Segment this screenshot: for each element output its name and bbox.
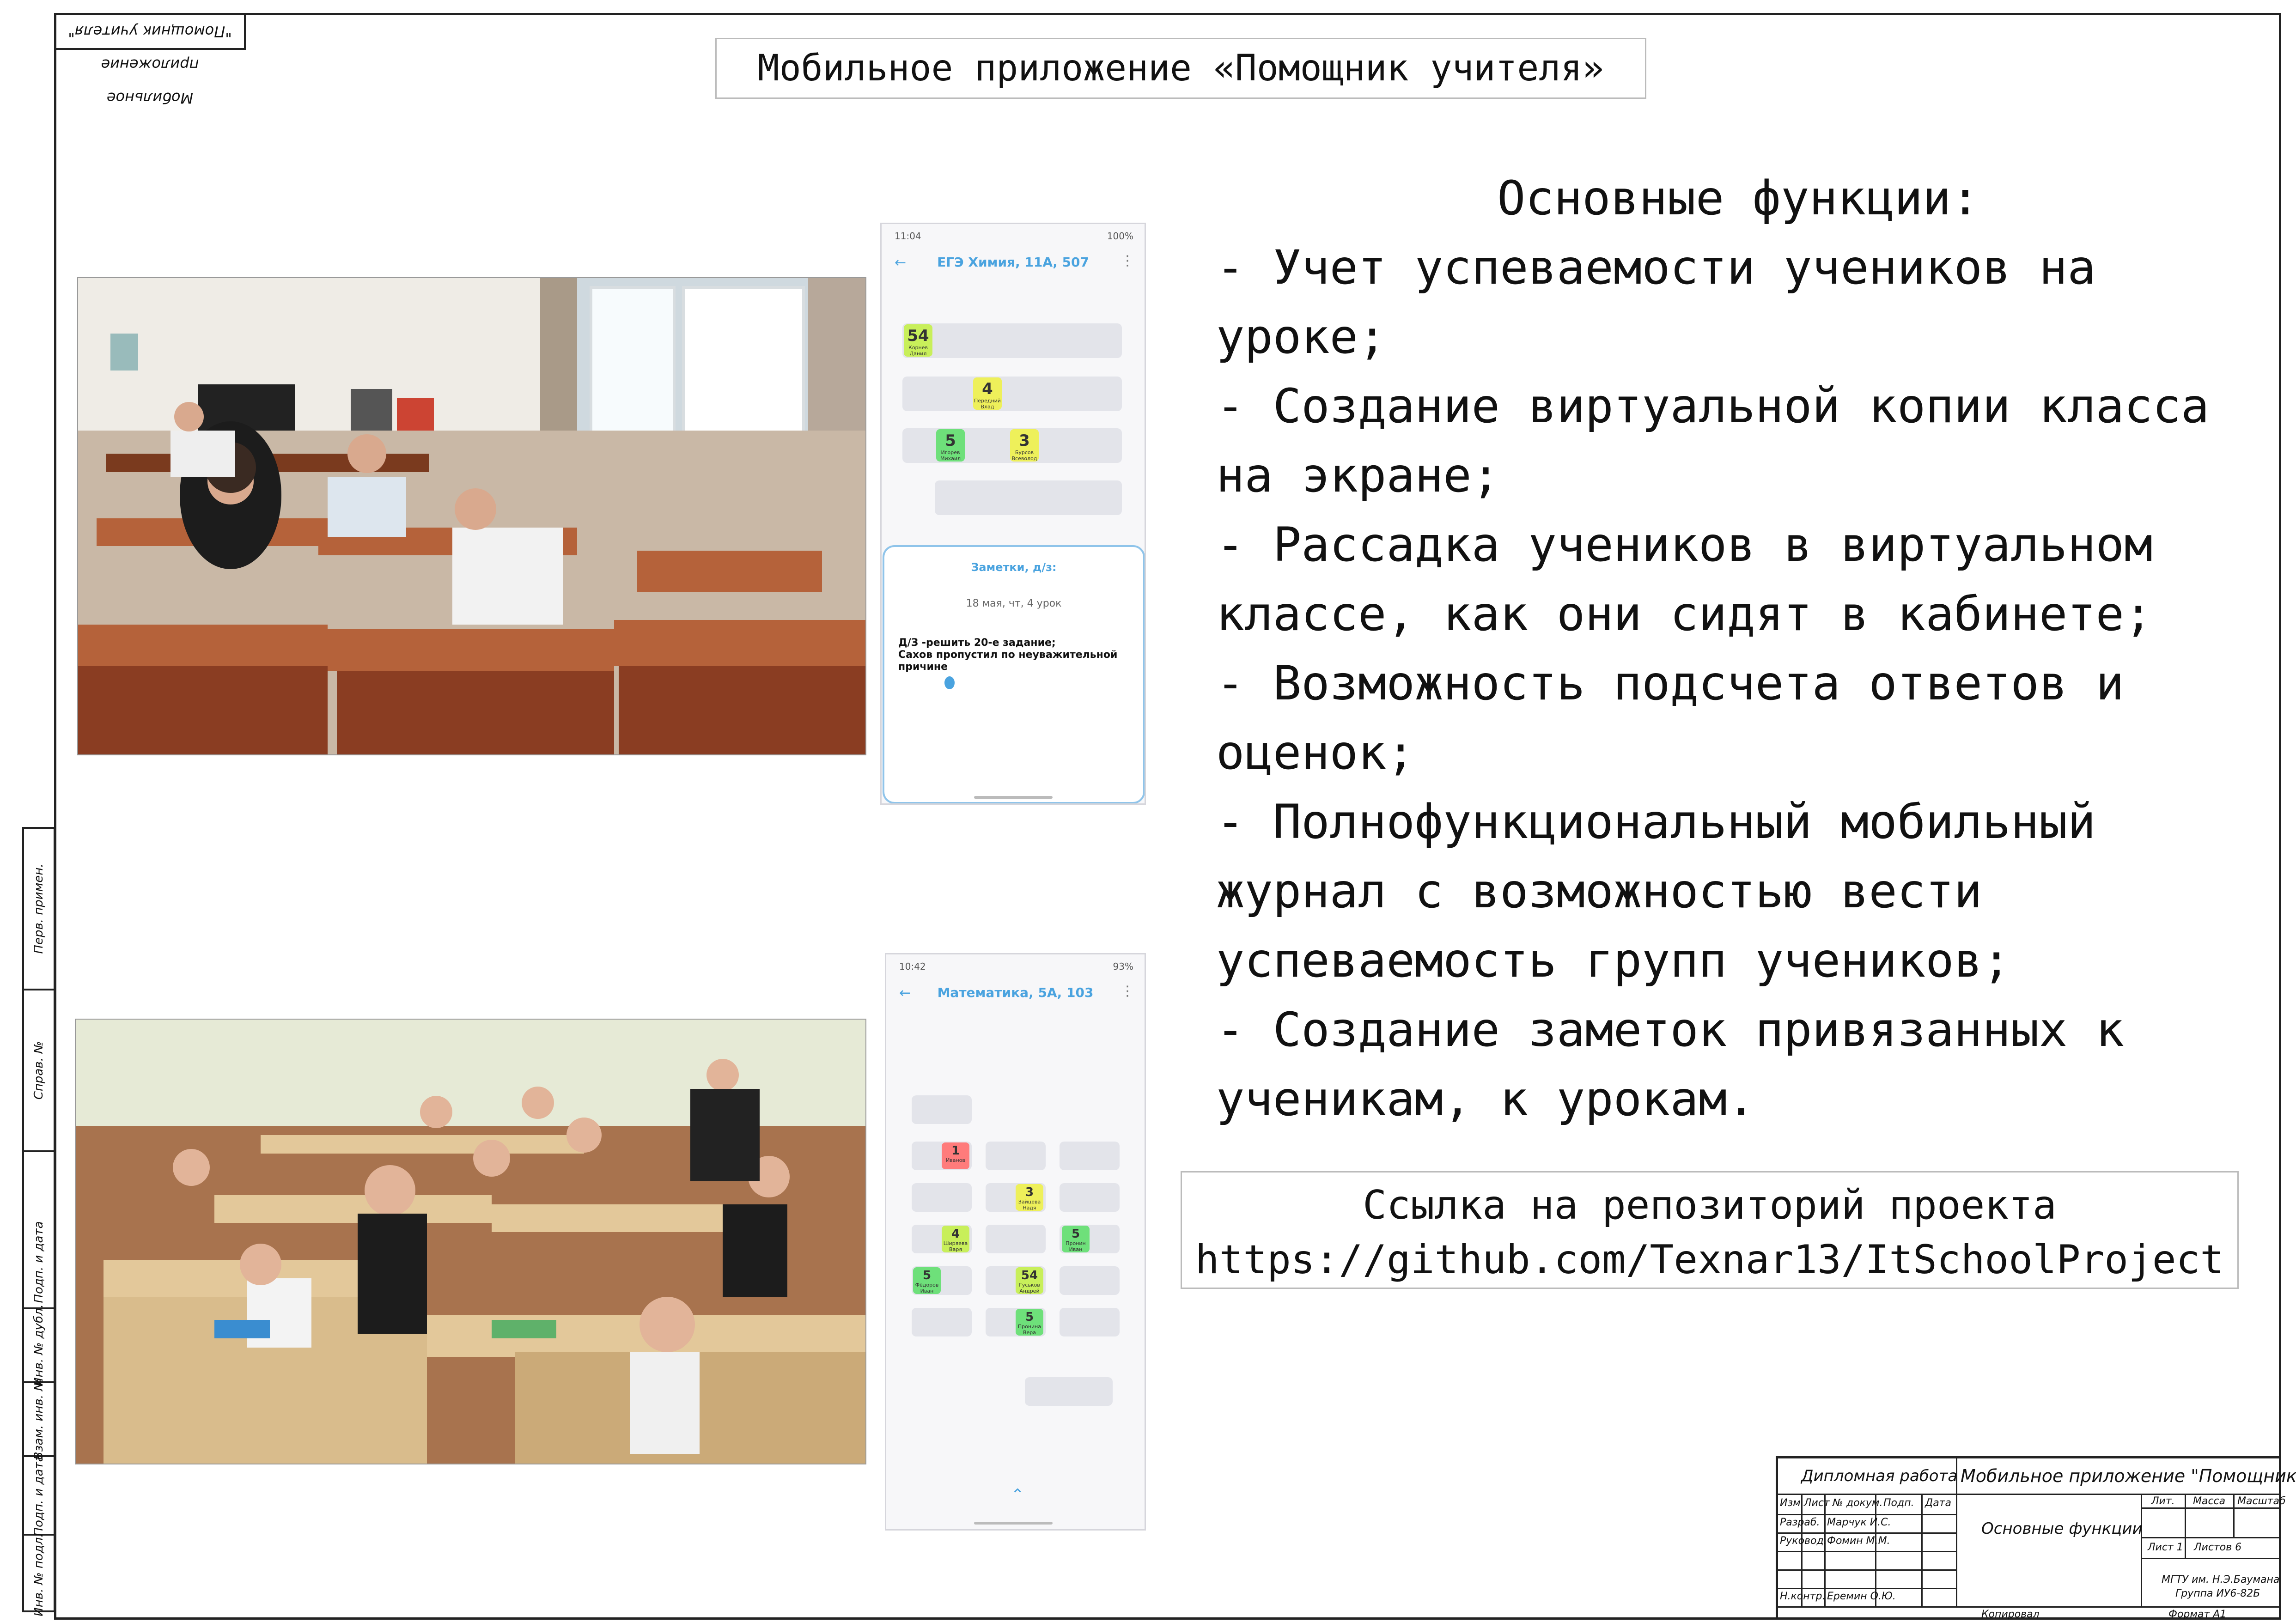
student-cell[interactable]: 3 Зайцева Надя (1016, 1184, 1043, 1211)
chevron-up-icon[interactable]: ⌃ (1011, 1486, 1024, 1504)
side-cell: Подп. и дата (24, 1454, 54, 1537)
project-name: Мобильное приложение "Помощник учителя" (1961, 1466, 2296, 1486)
student-cell[interactable]: 54 Корнев Данил (904, 324, 932, 357)
sheet-title: Основные функции (1981, 1519, 2143, 1538)
col-sign: Подп. (1883, 1497, 1914, 1509)
classroom-photo-2 (75, 1019, 866, 1464)
top-stamp-text: Мобильное приложение "Помощник учителя" (68, 23, 232, 107)
desk (1060, 1142, 1120, 1170)
classroom-photo-2-illustration (76, 1020, 865, 1464)
student-cell[interactable]: 4 Передний Влад (973, 377, 1002, 410)
supervisor-name: Фомин М.М. (1827, 1535, 1890, 1547)
text-cursor-icon (944, 676, 955, 689)
col-date: Дата (1925, 1497, 1951, 1509)
student-cell[interactable]: 5 Игорев Михаил (936, 429, 965, 462)
feature-line: оценок; (1216, 725, 1415, 780)
organization: МГТУ им. Н.Э.Баумана (2162, 1574, 2280, 1586)
status-time: 10:42 (899, 961, 926, 972)
student-cell[interactable]: 5 Пронина Вера (1016, 1309, 1043, 1336)
copied-label: Копировал (1981, 1609, 2040, 1620)
desk (912, 1183, 972, 1212)
battery-indicator: 100% (1107, 231, 1133, 242)
feature-line: уроке; (1216, 310, 1387, 364)
class-title: Математика, 5А, 103 (937, 985, 1094, 1000)
student-cell[interactable]: 54 Гуськов Андрей (1016, 1267, 1043, 1294)
desk (935, 480, 1122, 515)
work-type: Дипломная работа (1801, 1467, 1958, 1485)
notes-date: 18 мая, чт, 4 урок (966, 598, 1062, 609)
side-cell: Справ. № (24, 990, 54, 1152)
col-izm: Изм (1780, 1497, 1801, 1509)
feature-line: - Возможность подсчета ответов и (1216, 656, 2125, 711)
developer-name: Марчук И.С. (1827, 1517, 1891, 1528)
class-title: ЕГЭ Химия, 11А, 507 (937, 255, 1089, 270)
col-doc: № докум. (1833, 1497, 1883, 1509)
supervisor-label: Руковод. (1780, 1535, 1827, 1547)
page-title: Мобильное приложение «Помощник учителя» (715, 38, 1646, 99)
student-cell[interactable]: 1 Иванов (942, 1142, 969, 1169)
desk (902, 323, 1122, 358)
sheet-number: Лист 1 (2148, 1542, 2183, 1553)
student-cell[interactable]: 5 Фёдоров Иван (913, 1267, 941, 1294)
home-indicator (974, 796, 1053, 799)
feature-line: - Создание заметок привязанных к (1216, 1002, 2125, 1057)
mass-label: Масса (2193, 1495, 2226, 1507)
repository-label: Ссылка на репозиторий проекта (1363, 1182, 2057, 1228)
scale-label: Масштаб (2237, 1495, 2286, 1507)
side-stamp: Перв. примен. Справ. № Подп. и дата Инв.… (22, 827, 55, 1616)
sheet-count: Листов 6 (2194, 1542, 2242, 1553)
feature-line: - Полнофункциональный мобильный (1216, 795, 2096, 850)
phone-screen-1: 11:04 100% ← ЕГЭ Химия, 11А, 507 ⋮ 54 Ко… (880, 223, 1146, 805)
repository-link[interactable]: https://github.com/Texnar13/ItSchoolProj… (1182, 1233, 2237, 1287)
feature-line: ученикам, к урокам. (1216, 1072, 1755, 1127)
desk (1025, 1377, 1113, 1406)
feature-line: журнал с возможностью вести (1216, 864, 1983, 919)
feature-line: - Рассадка учеников в виртуальном (1216, 517, 2153, 572)
student-cell[interactable]: 4 Ширяева Варя (942, 1226, 969, 1252)
title-block: Дипломная работа Мобильное приложение "П… (1776, 1456, 2296, 1620)
normcontrol-name: Еремин О.Ю. (1827, 1591, 1896, 1602)
battery-indicator: 93% (1113, 961, 1133, 972)
desk (1060, 1266, 1120, 1295)
student-cell[interactable]: 3 Бурсов Всеволод (1010, 429, 1039, 462)
more-menu-icon[interactable]: ⋮ (1121, 253, 1134, 269)
home-indicator (974, 1522, 1053, 1525)
student-cell[interactable]: 5 Пронин Иван (1062, 1226, 1090, 1252)
top-stamp: Мобильное приложение "Помощник учителя" (54, 13, 246, 107)
desk (912, 1095, 972, 1124)
side-cell: Подп. и дата (24, 1217, 54, 1309)
more-menu-icon[interactable]: ⋮ (1121, 983, 1134, 999)
notes-text[interactable]: Д/З -решить 20-е задание; Сахов пропусти… (898, 637, 1129, 673)
feature-line: классе, как они сидят в кабинете; (1216, 587, 2153, 642)
normcontrol-label: Н.контр. (1780, 1591, 1826, 1602)
repository-box: Ссылка на репозиторий проекта https://gi… (1181, 1171, 2239, 1289)
feature-line: - Создание виртуальной копии класса (1216, 379, 2210, 434)
notes-panel[interactable]: Заметки, д/з: 18 мая, чт, 4 урок Д/З -ре… (883, 545, 1145, 803)
side-cell: Перв. примен. (24, 829, 54, 990)
student-group: Группа ИУ6-82Б (2175, 1588, 2260, 1599)
format-label: Формат А1 (2168, 1609, 2227, 1620)
lit-label: Лит. (2151, 1495, 2175, 1507)
feature-line: - Учет успеваемости учеников на (1216, 240, 2096, 295)
desk (902, 377, 1122, 411)
features-list: Основные функции: - Учет успеваемости уч… (1216, 164, 2260, 1134)
desk (912, 1308, 972, 1336)
desk (1060, 1183, 1120, 1212)
feature-line: успеваемость групп учеников; (1216, 933, 2011, 988)
classroom-photo-1-illustration (78, 278, 865, 754)
side-cell: Взам. инв. № (24, 1379, 54, 1460)
side-cell: Инв. № дубл. (24, 1304, 54, 1386)
phone-screen-2: 10:42 93% ← Математика, 5А, 103 ⋮ 1 Иван… (885, 953, 1146, 1531)
col-list: Лист (1804, 1497, 1830, 1509)
classroom-photo-1 (77, 277, 866, 755)
feature-line: на экране; (1216, 448, 1500, 503)
features-heading: Основные функции: (1497, 171, 1979, 226)
desk (986, 1142, 1046, 1170)
status-time: 11:04 (895, 231, 921, 242)
desk (1060, 1308, 1120, 1336)
developer-label: Разраб. (1780, 1517, 1820, 1528)
notes-title: Заметки, д/з: (971, 561, 1057, 574)
desk (986, 1225, 1046, 1253)
side-cell: Инв. № подл. (32, 1533, 46, 1616)
